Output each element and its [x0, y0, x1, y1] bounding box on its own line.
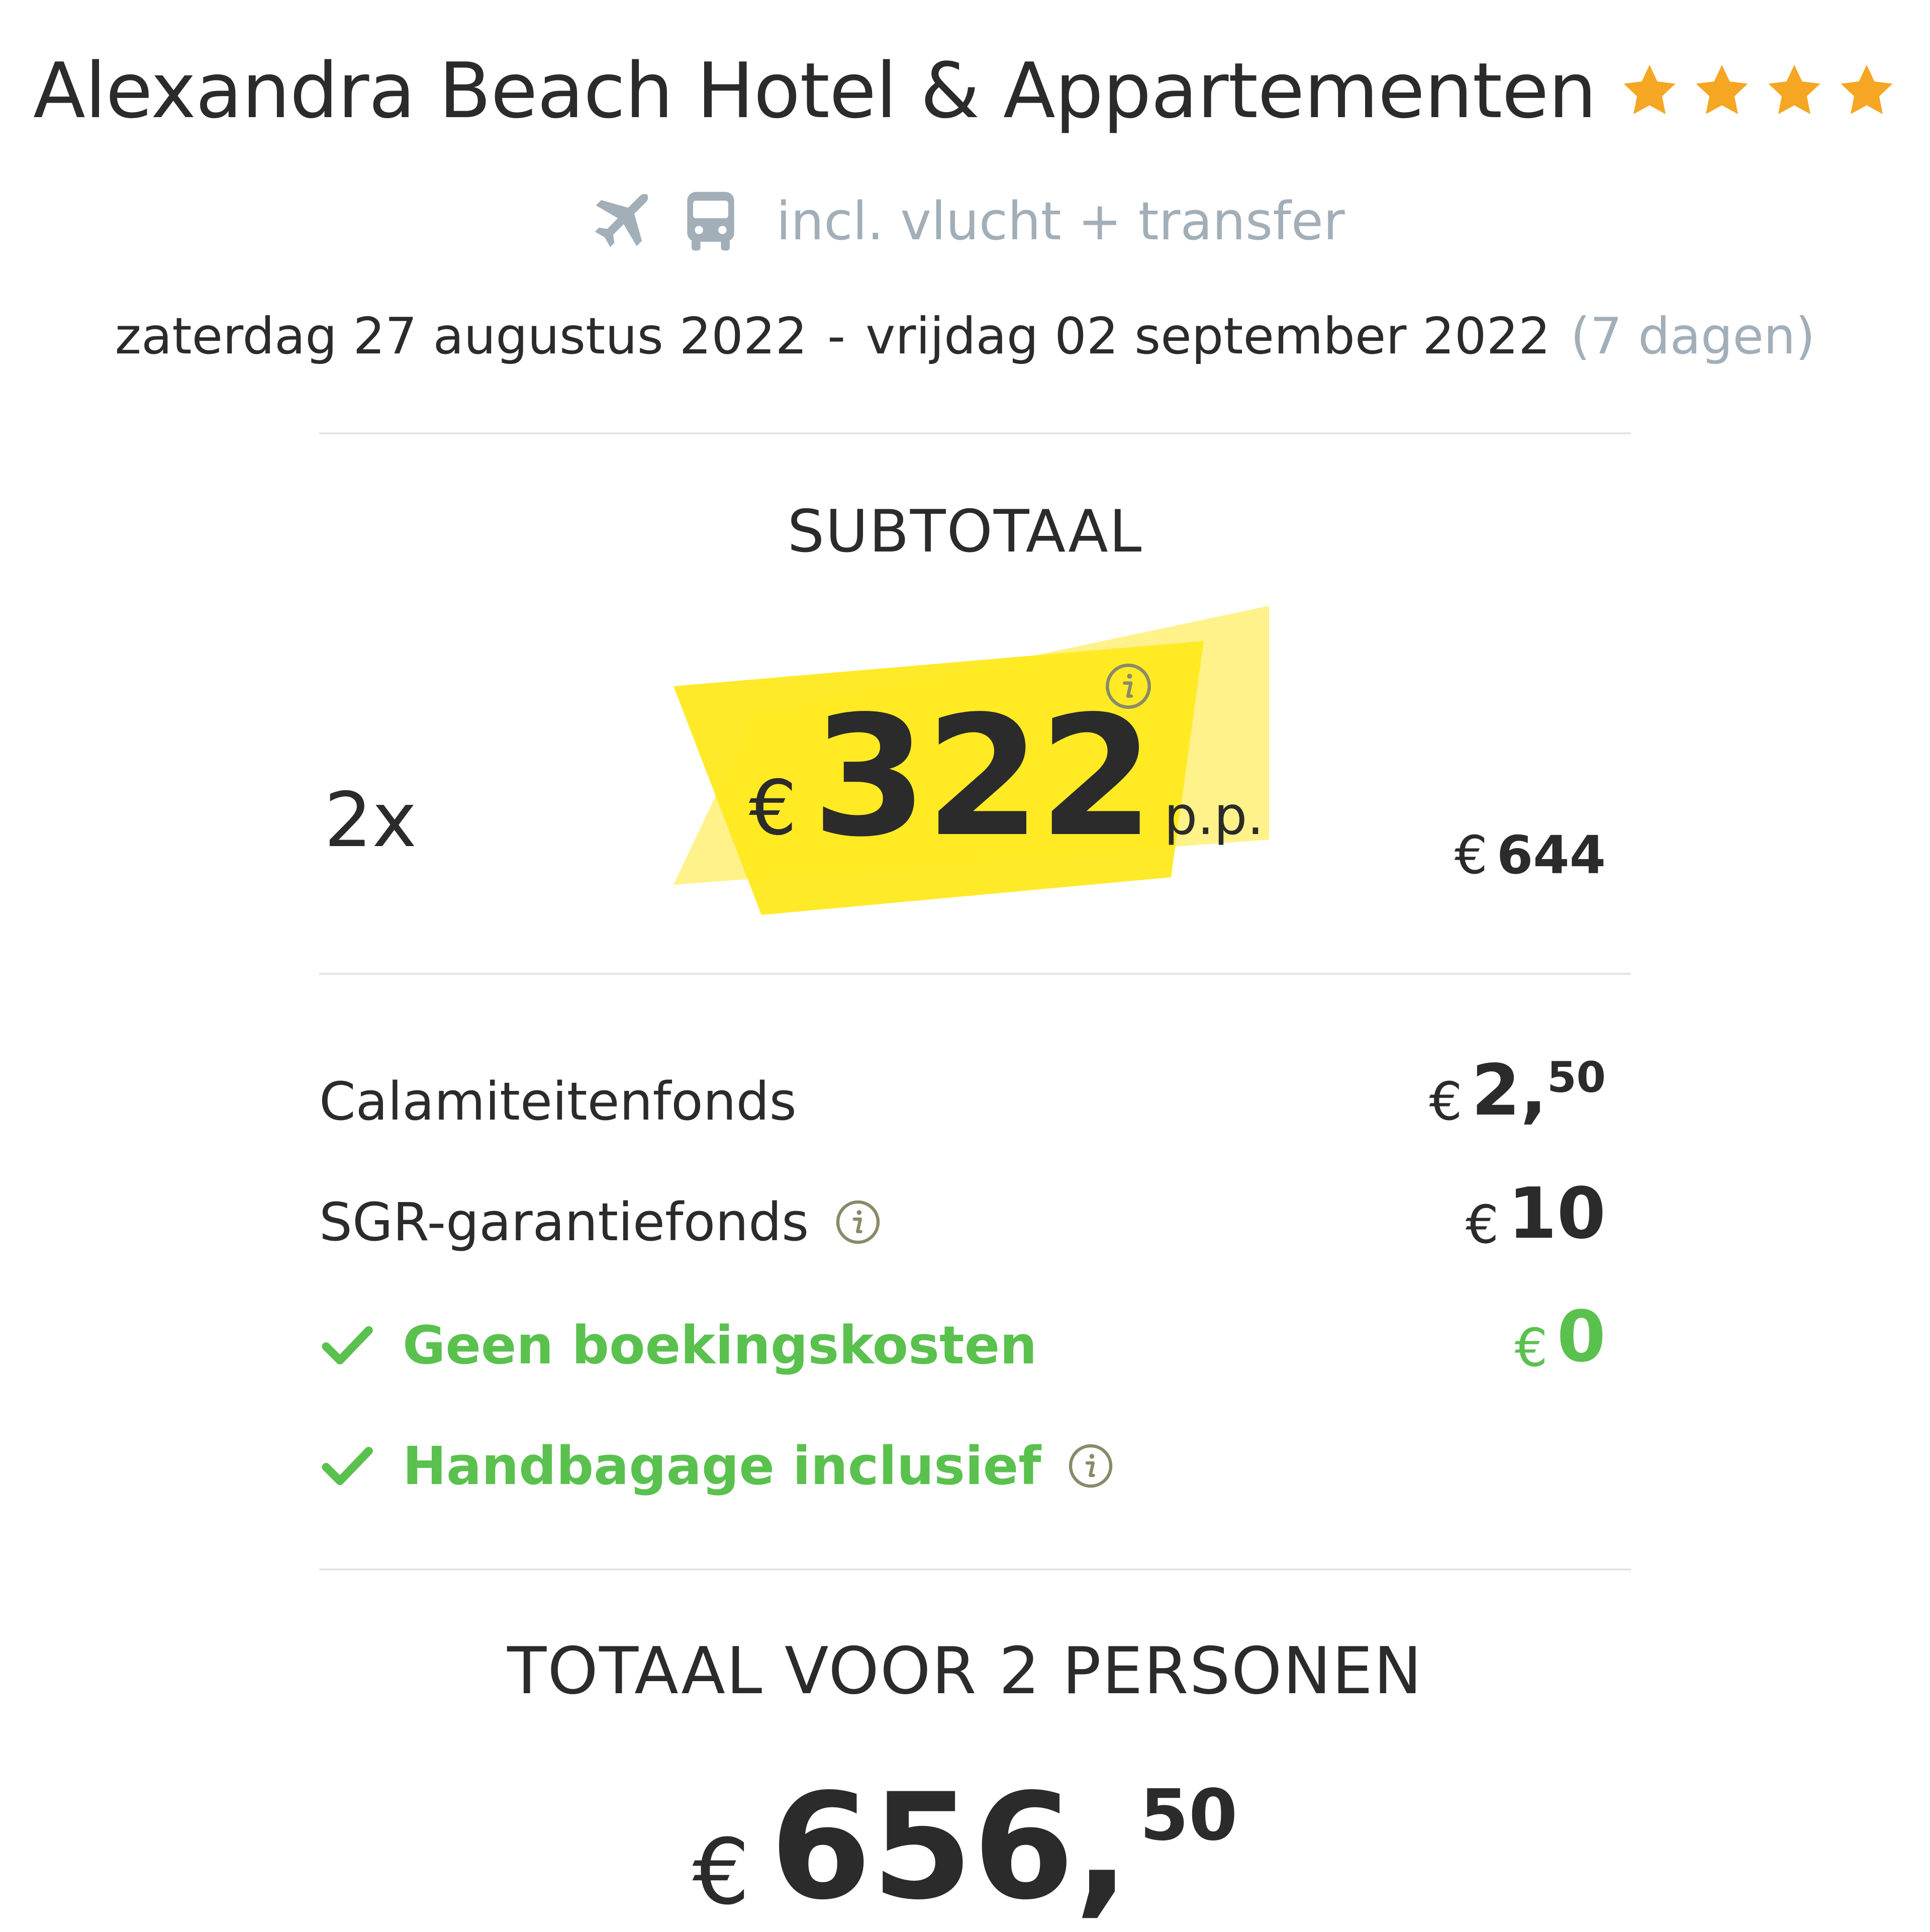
currency-symbol: € — [1514, 1317, 1548, 1378]
checkmark-icon — [322, 1446, 373, 1486]
cost-row-value: € 10 — [1466, 1173, 1606, 1256]
star-icon — [1623, 65, 1676, 114]
transport-info: incl. vlucht + transfer — [0, 181, 1930, 261]
cost-row-label: Calamiteitenfonds — [319, 1071, 797, 1132]
divider — [319, 973, 1631, 975]
inclusion-row: Handbagage inclusief — [319, 1435, 1115, 1497]
end-date: vrijdag 02 september 2022 — [865, 307, 1551, 365]
price-per-person-value: 322 — [812, 680, 1154, 873]
cost-row-value: € 2, 50 — [1429, 1050, 1606, 1132]
divider — [319, 1569, 1631, 1571]
star-icon — [1841, 65, 1893, 114]
cost-row-value: € 0 — [1514, 1296, 1606, 1379]
traveller-quantity: 2x — [324, 777, 417, 864]
cost-label: Geen boekingskosten — [403, 1315, 1037, 1376]
hotel-name: Alexandra Beach Hotel & Appartementen — [33, 46, 1597, 135]
start-date: zaterdag 27 augustus 2022 — [115, 307, 808, 365]
airplane-icon — [595, 194, 648, 247]
currency-symbol: € — [749, 765, 797, 852]
cost-label: SGR-garantiefonds — [319, 1191, 809, 1253]
cost-amount: 10 — [1508, 1173, 1606, 1255]
subtotal-line-total: €644 — [1455, 824, 1606, 886]
bus-icon — [687, 192, 735, 251]
subtotal-heading: SUBTOTAAL — [787, 498, 1143, 566]
total-price: € 656, 50 — [0, 1775, 1930, 1930]
info-icon[interactable] — [1067, 1442, 1115, 1490]
total-heading: TOTAAL VOOR 2 PERSONEN — [507, 1634, 1423, 1709]
star-icon — [1768, 65, 1820, 114]
date-separator: - — [827, 307, 846, 365]
cost-amount: 2, — [1471, 1050, 1548, 1132]
inclusion-label: Handbagage inclusief — [403, 1435, 1041, 1497]
price-per-person: € 322 p.p. — [749, 694, 1264, 865]
transport-text: incl. vlucht + transfer — [776, 191, 1345, 252]
trip-duration: (7 dagen) — [1570, 307, 1815, 365]
star-rating — [1619, 60, 1897, 121]
info-icon[interactable] — [834, 1198, 882, 1246]
cost-label: Calamiteitenfonds — [319, 1071, 797, 1132]
currency-symbol: € — [1454, 824, 1488, 886]
subtotal-amount: 644 — [1496, 824, 1606, 886]
total-decimals: 50 — [1139, 1775, 1238, 1857]
currency-symbol: € — [1466, 1194, 1499, 1255]
cost-row-label: Geen boekingskosten — [319, 1315, 1037, 1376]
cost-row-label: SGR-garantiefonds — [319, 1191, 882, 1253]
cost-amount: 0 — [1557, 1296, 1606, 1378]
checkmark-icon — [322, 1326, 373, 1365]
hotel-header: Alexandra Beach Hotel & Appartementen — [0, 45, 1930, 136]
total-amount: 656, — [770, 1763, 1130, 1932]
info-icon[interactable] — [1103, 661, 1153, 711]
currency-symbol: € — [1429, 1071, 1463, 1132]
cost-decimals: 50 — [1547, 1053, 1606, 1102]
travel-dates: zaterdag 27 augustus 2022- vrijdag 02 sep… — [0, 307, 1930, 365]
star-icon — [1696, 65, 1748, 114]
per-person-unit: p.p. — [1164, 785, 1264, 847]
currency-symbol: € — [692, 1820, 750, 1925]
divider — [319, 432, 1631, 434]
